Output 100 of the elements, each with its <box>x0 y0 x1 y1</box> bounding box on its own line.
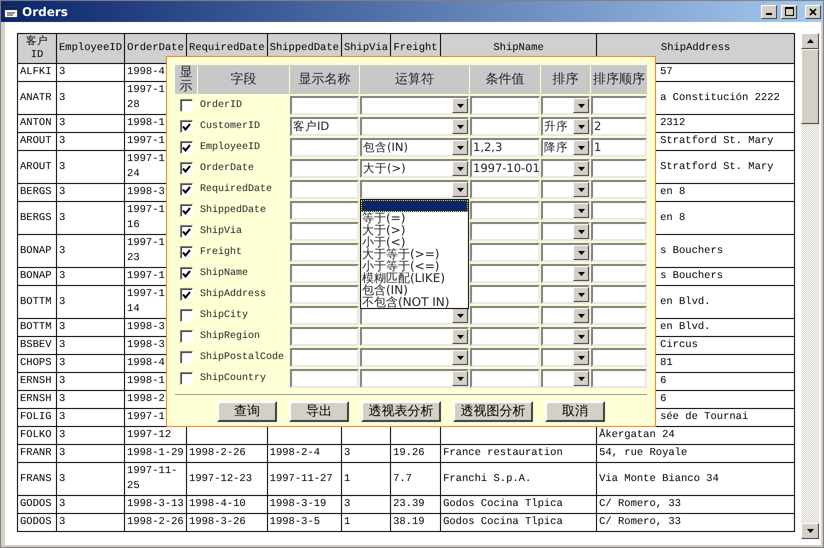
condition-field[interactable] <box>470 327 540 346</box>
dropdown-option[interactable]: 大于等于(>=) <box>361 248 468 260</box>
sort-dropdown[interactable] <box>541 96 590 115</box>
show-checkbox[interactable] <box>180 99 192 112</box>
sort-order-field[interactable] <box>591 159 647 178</box>
column-header: OrderDate <box>124 34 187 64</box>
show-checkbox[interactable] <box>180 120 192 133</box>
sort-dropdown[interactable] <box>541 222 590 241</box>
operator-dropdown[interactable] <box>360 369 469 388</box>
dropdown-option[interactable]: 小于等于(<=) <box>361 260 468 272</box>
condition-field[interactable] <box>470 222 540 241</box>
show-checkbox[interactable] <box>180 246 192 259</box>
dialog-button[interactable]: 导出 <box>289 401 349 422</box>
scroll-down-button[interactable] <box>801 523 819 539</box>
condition-field[interactable] <box>470 285 540 304</box>
table-cell: 3 <box>56 390 125 408</box>
dropdown-option[interactable]: 不包含(NOT IN) <box>361 296 468 308</box>
operator-dropdown[interactable]: 大于(>) <box>360 159 469 178</box>
dialog-button[interactable]: 透视表分析 <box>361 401 441 422</box>
show-checkbox[interactable] <box>180 141 192 154</box>
sort-dropdown[interactable]: 降序 <box>541 138 590 157</box>
display-name-field[interactable] <box>290 201 359 220</box>
condition-field[interactable] <box>470 348 540 367</box>
show-checkbox[interactable] <box>180 267 192 280</box>
show-checkbox[interactable] <box>180 288 192 301</box>
condition-field[interactable] <box>470 243 540 262</box>
scrollbar-thumb[interactable] <box>801 49 819 124</box>
scrollbar-track[interactable] <box>801 33 819 539</box>
dropdown-option[interactable]: 包含(IN) <box>361 284 468 296</box>
display-name-field[interactable] <box>290 138 359 157</box>
display-name-field[interactable] <box>290 306 359 325</box>
display-name-field[interactable] <box>290 159 359 178</box>
condition-field[interactable] <box>470 96 540 115</box>
display-name-field[interactable]: 客户ID <box>290 117 359 136</box>
close-button[interactable] <box>805 4 821 18</box>
sort-order-field[interactable] <box>591 243 647 262</box>
dialog-button[interactable]: 取消 <box>545 401 605 422</box>
dialog-button[interactable]: 透视图分析 <box>453 401 533 422</box>
operator-dropdown[interactable]: 包含(IN) <box>360 138 469 157</box>
show-checkbox[interactable] <box>180 183 192 196</box>
sort-order-field[interactable] <box>591 327 647 346</box>
dialog-button[interactable]: 查询 <box>217 401 277 422</box>
display-name-field[interactable] <box>290 222 359 241</box>
display-name-field[interactable] <box>290 243 359 262</box>
sort-dropdown[interactable] <box>541 159 590 178</box>
sort-dropdown[interactable] <box>541 180 590 199</box>
sort-dropdown[interactable]: 升序 <box>541 117 590 136</box>
sort-dropdown[interactable] <box>541 348 590 367</box>
show-checkbox[interactable] <box>180 309 192 322</box>
sort-order-field[interactable]: 1 <box>591 138 647 157</box>
show-checkbox[interactable] <box>180 351 192 364</box>
sort-dropdown[interactable] <box>541 243 590 262</box>
display-name-field[interactable] <box>290 348 359 367</box>
dropdown-option[interactable]: 模糊匹配(LIKE) <box>361 272 468 284</box>
condition-field[interactable] <box>470 264 540 283</box>
display-name-field[interactable] <box>290 96 359 115</box>
display-name-field[interactable] <box>290 180 359 199</box>
maximize-button[interactable] <box>781 4 797 18</box>
display-name-field[interactable] <box>290 285 359 304</box>
condition-field[interactable] <box>470 306 540 325</box>
sort-dropdown[interactable] <box>541 327 590 346</box>
sort-order-field[interactable] <box>591 348 647 367</box>
display-name-field[interactable] <box>290 327 359 346</box>
sort-order-field[interactable]: 2 <box>591 117 647 136</box>
sort-dropdown[interactable] <box>541 201 590 220</box>
show-checkbox[interactable] <box>180 225 192 238</box>
sort-order-field[interactable] <box>591 306 647 325</box>
operator-dropdown[interactable] <box>360 327 469 346</box>
sort-order-field[interactable] <box>591 180 647 199</box>
condition-field[interactable] <box>470 201 540 220</box>
sort-dropdown[interactable] <box>541 369 590 388</box>
sort-order-field[interactable] <box>591 369 647 388</box>
blank-option[interactable] <box>361 200 468 212</box>
show-checkbox[interactable] <box>180 330 192 343</box>
show-checkbox[interactable] <box>180 372 192 385</box>
display-name-field[interactable] <box>290 369 359 388</box>
sort-dropdown[interactable] <box>541 285 590 304</box>
sort-order-field[interactable] <box>591 96 647 115</box>
condition-field[interactable] <box>470 117 540 136</box>
condition-field[interactable]: 1997-10-01 <box>470 159 540 178</box>
condition-field[interactable] <box>470 369 540 388</box>
show-checkbox[interactable] <box>180 162 192 175</box>
operator-dropdown[interactable] <box>360 117 469 136</box>
minimize-button[interactable] <box>761 4 777 18</box>
sort-dropdown[interactable] <box>541 306 590 325</box>
scroll-up-button[interactable] <box>801 33 819 49</box>
sort-order-field[interactable] <box>591 285 647 304</box>
operator-dropdown[interactable] <box>360 96 469 115</box>
display-name-field[interactable] <box>290 264 359 283</box>
dropdown-option[interactable]: 等于(=) <box>361 212 468 224</box>
sort-dropdown[interactable] <box>541 264 590 283</box>
condition-field[interactable]: 1,2,3 <box>470 138 540 157</box>
operator-dropdown[interactable] <box>360 348 469 367</box>
sort-order-field[interactable] <box>591 201 647 220</box>
dropdown-option[interactable]: 大于(>) <box>361 224 468 236</box>
condition-field[interactable] <box>470 180 540 199</box>
sort-order-field[interactable] <box>591 264 647 283</box>
dropdown-option[interactable]: 小于(<) <box>361 236 468 248</box>
show-checkbox[interactable] <box>180 204 192 217</box>
sort-order-field[interactable] <box>591 222 647 241</box>
